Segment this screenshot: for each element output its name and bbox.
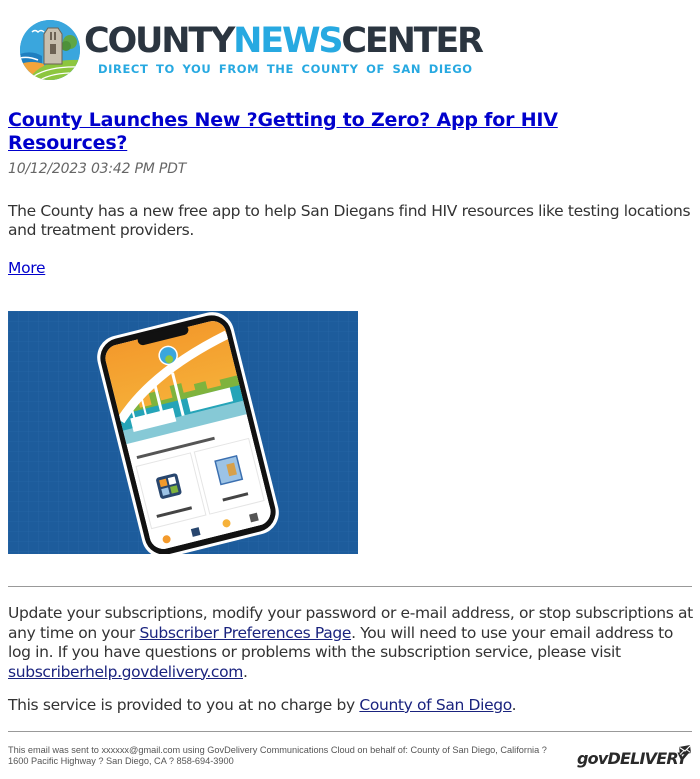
envelope-icon — [678, 741, 692, 760]
article-summary: The County has a new free app to help Sa… — [8, 202, 691, 239]
county-seal-icon — [20, 20, 80, 80]
brand-center: CENTER — [341, 21, 484, 61]
brand-news: NEWS — [233, 21, 343, 61]
subscription-text-part3: . — [242, 662, 248, 681]
govdelivery-logo[interactable]: govDELIVERY — [577, 745, 697, 773]
brand-wordmark: COUNTYNEWSCENTER — [84, 20, 484, 62]
county-of-san-diego-link[interactable]: County of San Diego — [359, 696, 512, 714]
divider — [8, 586, 692, 587]
brand-tagline: DIRECT TO YOU FROM THE COUNTY OF SAN DIE… — [98, 62, 473, 76]
govdelivery-wordmark: govDELIVERY — [577, 749, 688, 768]
divider — [8, 731, 692, 732]
phone-app-illustration — [8, 311, 358, 554]
subscriber-preferences-link[interactable]: Subscriber Preferences Page — [139, 624, 351, 642]
subscriber-help-link[interactable]: subscriberhelp.govdelivery.com — [8, 663, 243, 681]
service-text-part2: . — [511, 696, 517, 714]
county-news-center-logo[interactable]: COUNTYNEWSCENTER DIRECT TO YOU FROM THE … — [20, 18, 484, 84]
service-text-part1: This service is provided to you at no ch… — [8, 696, 360, 714]
article-date: 10/12/2023 03:42 PM PDT — [8, 161, 187, 177]
article-title-link[interactable]: County Launches New ?Getting to Zero? Ap… — [8, 109, 628, 155]
subscription-info: Update your subscriptions, modify your p… — [8, 604, 698, 682]
brand-county: COUNTY — [84, 21, 235, 61]
legal-footer-text: This email was sent to xxxxxx@gmail.com … — [8, 745, 547, 766]
more-link[interactable]: More — [8, 259, 46, 277]
article-image[interactable] — [8, 311, 358, 554]
service-info: This service is provided to you at no ch… — [8, 696, 698, 715]
